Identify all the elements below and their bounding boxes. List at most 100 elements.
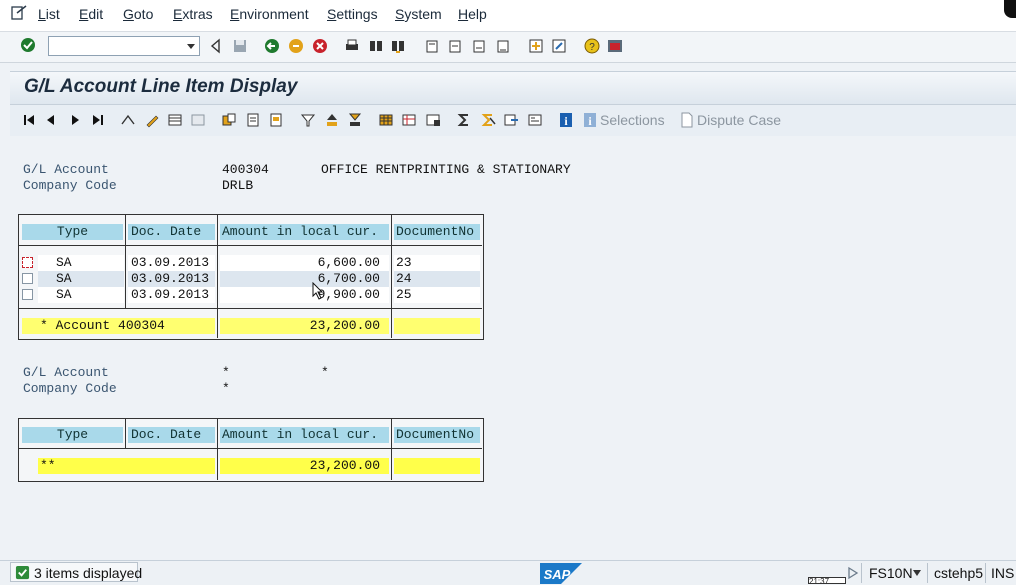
abc-analysis-icon[interactable] — [527, 112, 543, 128]
save-icon[interactable] — [232, 38, 248, 54]
chevron-down-icon[interactable] — [912, 569, 922, 577]
column-header-amount[interactable]: Amount in local cur. — [220, 224, 389, 240]
column-divider — [217, 215, 218, 338]
gl-account-label: G/L Account — [23, 162, 109, 177]
cell-docno[interactable]: 23 — [396, 255, 412, 271]
session-time: 21:37 — [808, 577, 846, 584]
column-header-amount[interactable]: Amount in local cur. — [220, 427, 389, 443]
new-session-icon[interactable] — [528, 38, 544, 54]
gl-account-label: G/L Account — [23, 365, 109, 380]
menu-settings[interactable]: Settings — [327, 6, 378, 22]
row-select-checkbox[interactable] — [22, 273, 33, 284]
chevron-down-icon[interactable] — [183, 37, 199, 55]
table-divider — [19, 308, 482, 309]
exit-icon[interactable] — [288, 38, 304, 54]
sap-logo: SAP — [540, 563, 582, 584]
menu-system[interactable]: System — [395, 6, 442, 22]
column-header-docno[interactable]: DocumentNo — [394, 224, 480, 240]
cell-docno[interactable]: 25 — [396, 287, 412, 303]
select-layout-icon[interactable] — [401, 112, 417, 128]
sort-ascending-icon[interactable] — [324, 112, 340, 128]
customize-layout-icon[interactable] — [607, 38, 623, 54]
back-icon[interactable] — [264, 38, 280, 54]
column-header-type[interactable]: Type — [22, 224, 123, 240]
column-header-type[interactable]: Type — [22, 427, 123, 443]
status-separator — [927, 563, 928, 583]
find-next-icon[interactable] — [390, 38, 406, 54]
grand-total-row — [394, 458, 480, 474]
company-code-label: Company Code — [23, 381, 117, 396]
company-code-value: DRLB — [222, 178, 254, 193]
last-item-icon[interactable] — [89, 112, 105, 128]
cell-doc-date: 03.09.2013 — [131, 271, 210, 286]
table-row — [38, 255, 124, 271]
table-divider — [19, 448, 482, 449]
last-page-icon[interactable] — [495, 38, 511, 54]
filter-icon[interactable] — [300, 112, 316, 128]
table-row — [38, 287, 124, 303]
previous-item-icon[interactable] — [43, 112, 59, 128]
column-header-doc-date[interactable]: Doc. Date — [128, 427, 215, 443]
cell-amount: 6,700.00 — [317, 271, 380, 286]
company-code-value: * — [222, 381, 230, 396]
save-layout-icon[interactable] — [425, 112, 441, 128]
cell-doc-date: 03.09.2013 — [131, 287, 210, 302]
edit-pencil-icon[interactable] — [144, 112, 160, 128]
svg-text:SAP: SAP — [544, 567, 571, 582]
back-triangle-icon[interactable] — [208, 38, 224, 54]
menu-list[interactable]: List — [38, 6, 60, 22]
menu-help[interactable]: Help — [458, 6, 487, 22]
transaction-code[interactable]: FS10N — [869, 565, 913, 581]
column-header-docno[interactable]: DocumentNo — [394, 427, 480, 443]
table-divider — [19, 245, 482, 246]
window-corner — [1004, 0, 1016, 18]
total-sigma-icon[interactable] — [456, 112, 472, 128]
grand-total-amount: 23,200.00 — [309, 458, 380, 473]
first-page-icon[interactable] — [424, 38, 440, 54]
column-divider — [125, 215, 126, 308]
document-overview-icon[interactable] — [167, 112, 183, 128]
column-divider — [125, 419, 126, 448]
previous-page-icon[interactable] — [447, 38, 463, 54]
next-page-icon[interactable] — [471, 38, 487, 54]
page-title: G/L Account Line Item Display — [24, 76, 298, 97]
row-select-checkbox[interactable] — [22, 289, 33, 300]
export-icon[interactable] — [503, 112, 519, 128]
insert-mode[interactable]: INS — [991, 565, 1014, 581]
change-layout-icon[interactable] — [378, 112, 394, 128]
row-select-checkbox[interactable] — [22, 257, 33, 268]
cell-docno[interactable]: 24 — [396, 271, 412, 287]
server-name: cstehp5 — [934, 565, 984, 581]
menu-goto[interactable]: Goto — [123, 6, 153, 22]
sort-descending-icon[interactable] — [347, 112, 363, 128]
status-expand-icon[interactable] — [847, 566, 859, 580]
display-change-icon[interactable] — [120, 112, 136, 128]
cell-type: SA — [56, 287, 72, 302]
success-check-icon — [15, 565, 30, 580]
next-item-icon[interactable] — [67, 112, 83, 128]
enter-check-icon[interactable] — [20, 37, 36, 53]
column-divider — [391, 215, 392, 338]
details-icon[interactable] — [268, 112, 284, 128]
help-icon[interactable]: ? — [584, 38, 600, 54]
window-menu-icon[interactable] — [11, 5, 27, 21]
gl-account-description: OFFICE RENTPRINTING & STATIONARY — [321, 162, 571, 177]
svg-text:?: ? — [589, 42, 595, 53]
menu-environment[interactable]: Environment — [230, 6, 309, 22]
command-field[interactable] — [48, 36, 200, 56]
cancel-icon[interactable] — [312, 38, 328, 54]
column-divider — [217, 419, 218, 480]
menu-extras[interactable]: Extras — [173, 6, 213, 22]
subtotal-icon[interactable] — [480, 112, 496, 128]
dispute-case-button: Dispute Case — [697, 112, 782, 128]
find-icon[interactable] — [368, 38, 384, 54]
print-icon[interactable] — [344, 38, 360, 54]
deselect-icon[interactable] — [245, 112, 261, 128]
menu-edit[interactable]: Edit — [79, 6, 103, 22]
column-header-doc-date[interactable]: Doc. Date — [128, 224, 215, 240]
first-item-icon[interactable] — [22, 112, 38, 128]
shortcut-icon[interactable] — [551, 38, 567, 54]
information-icon[interactable]: i — [558, 112, 574, 128]
select-icon[interactable] — [221, 112, 237, 128]
cell-amount: 6,600.00 — [317, 255, 380, 270]
